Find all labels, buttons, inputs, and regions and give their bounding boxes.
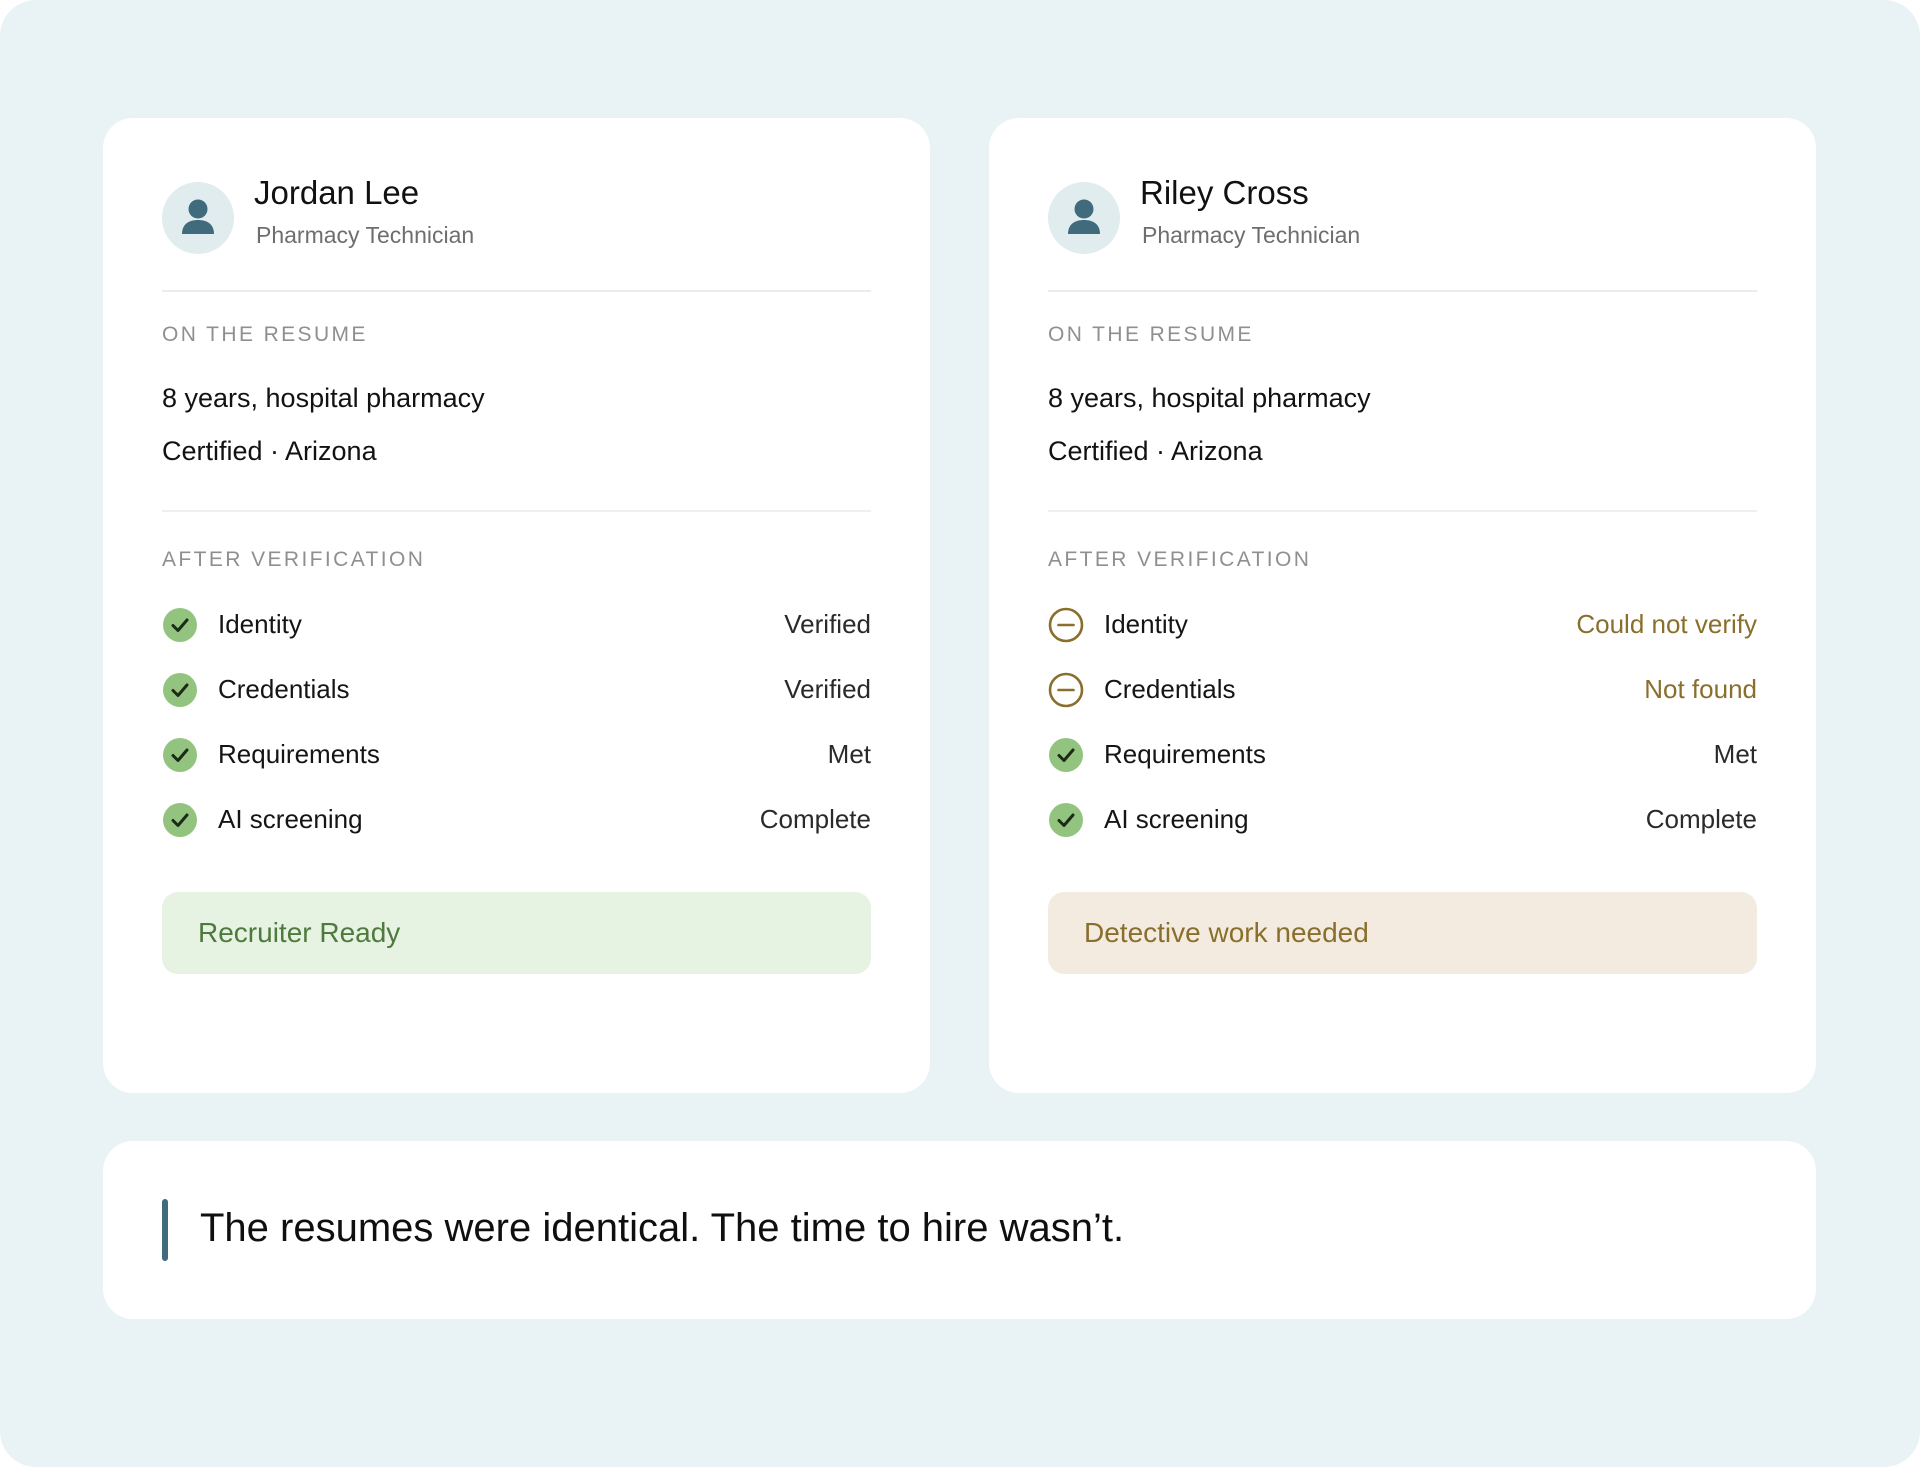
check-row-credentials: Credentials Not found bbox=[1048, 672, 1757, 712]
candidate-header: Riley Cross Pharmacy Technician bbox=[1048, 174, 1757, 292]
minus-circle-icon bbox=[1048, 607, 1084, 643]
section-divider bbox=[1048, 510, 1757, 512]
candidate-header: Jordan Lee Pharmacy Technician bbox=[162, 174, 871, 292]
check-value: Verified bbox=[784, 674, 871, 704]
candidate-name: Riley Cross bbox=[1140, 174, 1309, 211]
check-row-identity: Identity Verified bbox=[162, 607, 871, 647]
verdict-badge: Recruiter Ready bbox=[162, 892, 871, 974]
candidate-role: Pharmacy Technician bbox=[1142, 222, 1361, 248]
check-value: Met bbox=[1713, 739, 1757, 769]
minus-circle-icon bbox=[1048, 672, 1084, 708]
resume-section-label: ON THE RESUME bbox=[1048, 323, 1254, 346]
verification-section-label: AFTER VERIFICATION bbox=[162, 548, 426, 571]
check-circle-icon bbox=[163, 673, 197, 707]
check-label: Credentials bbox=[218, 674, 350, 704]
candidate-card-riley-cross: Riley Cross Pharmacy Technician ON THE R… bbox=[989, 118, 1816, 1093]
quote-accent-bar bbox=[162, 1199, 168, 1261]
check-row-requirements: Requirements Met bbox=[1048, 737, 1757, 777]
check-value: Verified bbox=[784, 609, 871, 639]
check-row-ai-screening: AI screening Complete bbox=[1048, 802, 1757, 842]
check-label: Requirements bbox=[218, 739, 380, 769]
check-value: Could not verify bbox=[1576, 609, 1757, 639]
check-circle-icon bbox=[163, 803, 197, 837]
check-label: AI screening bbox=[1104, 804, 1249, 834]
check-circle-icon bbox=[1049, 738, 1083, 772]
check-label: Identity bbox=[218, 609, 302, 639]
check-row-requirements: Requirements Met bbox=[162, 737, 871, 777]
check-row-credentials: Credentials Verified bbox=[162, 672, 871, 712]
check-value: Complete bbox=[759, 804, 871, 834]
page-background: Jordan Lee Pharmacy Technician ON THE RE… bbox=[0, 0, 1920, 1467]
candidate-role: Pharmacy Technician bbox=[256, 222, 475, 248]
quote-card: The resumes were identical. The time to … bbox=[103, 1141, 1816, 1319]
check-row-ai-screening: AI screening Complete bbox=[162, 802, 871, 842]
person-icon bbox=[1048, 182, 1120, 254]
verdict-badge: Detective work needed bbox=[1048, 892, 1757, 974]
resume-certification: Certified · Arizona bbox=[1048, 436, 1263, 466]
check-circle-icon bbox=[1049, 803, 1083, 837]
check-circle-icon bbox=[163, 738, 197, 772]
check-value: Complete bbox=[1645, 804, 1757, 834]
check-label: AI screening bbox=[218, 804, 363, 834]
quote-text: The resumes were identical. The time to … bbox=[200, 1206, 1125, 1250]
check-label: Credentials bbox=[1104, 674, 1236, 704]
check-circle-icon bbox=[163, 608, 197, 642]
person-icon bbox=[162, 182, 234, 254]
check-row-identity: Identity Could not verify bbox=[1048, 607, 1757, 647]
check-label: Identity bbox=[1104, 609, 1188, 639]
candidate-name: Jordan Lee bbox=[254, 174, 420, 211]
resume-section-label: ON THE RESUME bbox=[162, 323, 368, 346]
verification-section-label: AFTER VERIFICATION bbox=[1048, 548, 1312, 571]
candidate-card-jordan-lee: Jordan Lee Pharmacy Technician ON THE RE… bbox=[103, 118, 930, 1093]
resume-certification: Certified · Arizona bbox=[162, 436, 377, 466]
resume-experience: 8 years, hospital pharmacy bbox=[1048, 383, 1371, 413]
check-value: Not found bbox=[1644, 674, 1757, 704]
check-value: Met bbox=[827, 739, 871, 769]
resume-experience: 8 years, hospital pharmacy bbox=[162, 383, 485, 413]
section-divider bbox=[162, 510, 871, 512]
check-label: Requirements bbox=[1104, 739, 1266, 769]
